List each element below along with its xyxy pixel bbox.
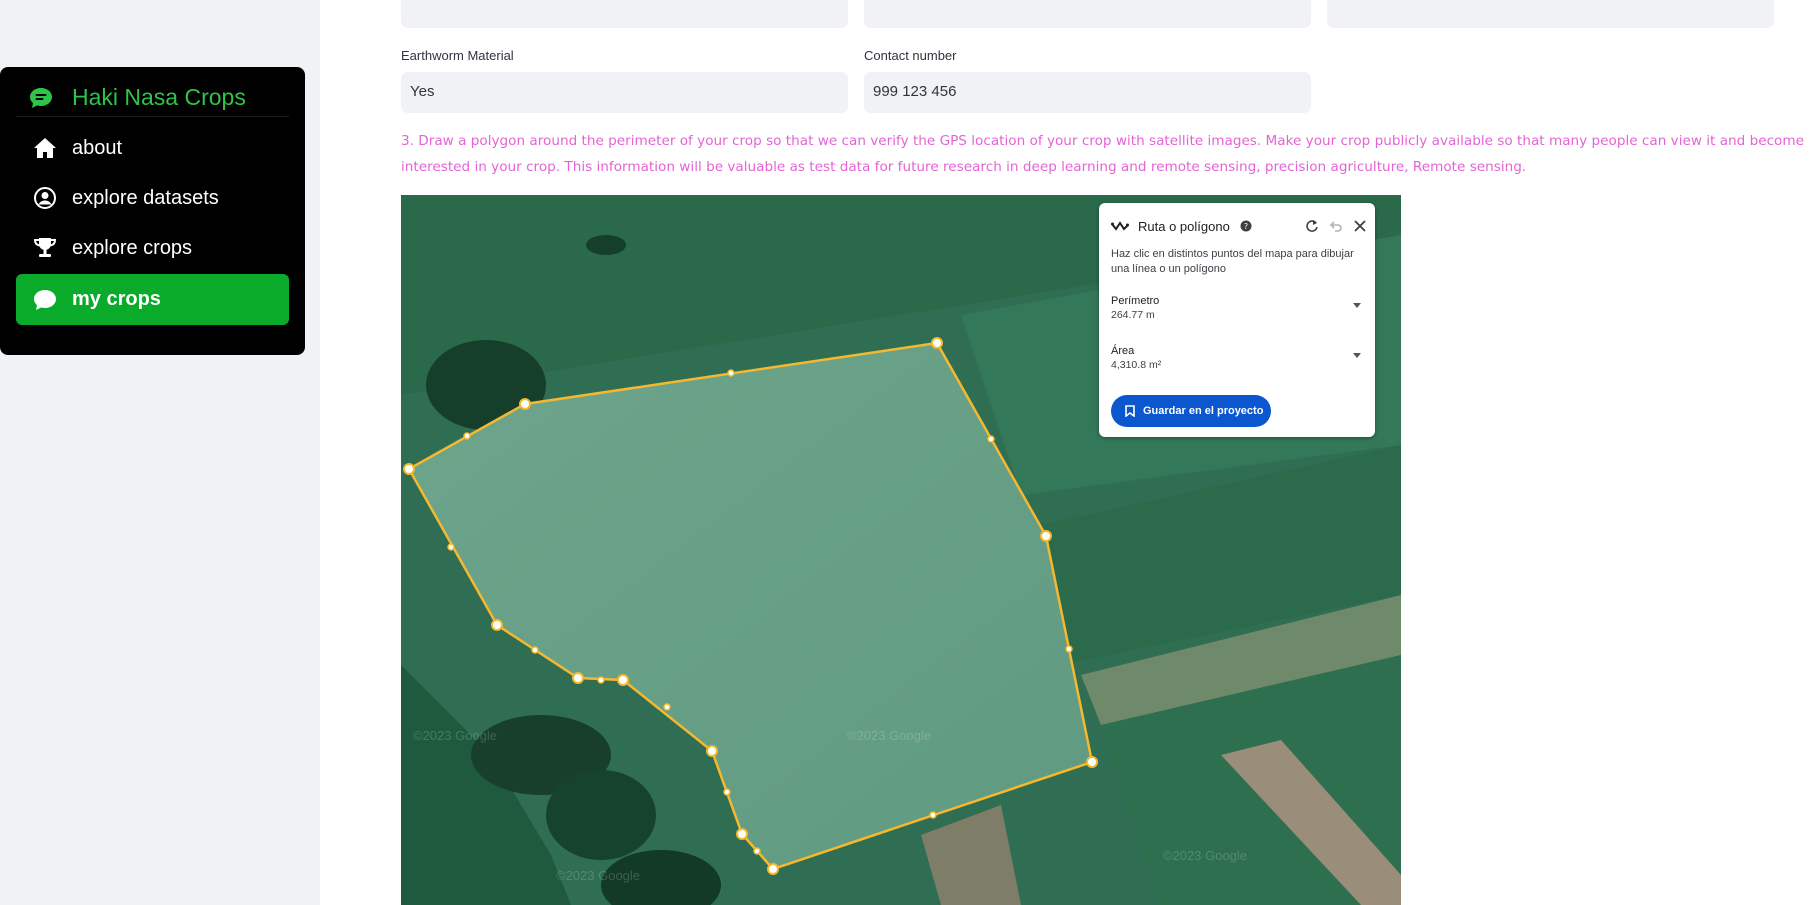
nav-item-label: my crops [72,288,161,310]
chat-dots-icon [28,85,54,111]
help-icon[interactable]: ? [1240,220,1252,232]
trophy-icon [32,235,58,261]
input-top-1[interactable] [401,0,848,28]
user-circle-icon [32,185,58,211]
polyline-icon [1111,220,1129,232]
save-button-label: Guardar en el proyecto [1143,405,1264,417]
panel-description: Haz clic en distintos puntos del mapa pa… [1111,248,1354,275]
map-watermark: ©2023 Google [413,728,498,743]
perimeter-label: Perímetro [1111,295,1160,307]
area-value: 4,310.8 m² [1111,359,1162,371]
chevron-down-icon[interactable] [1353,303,1361,308]
panel-title: Ruta o polígono [1138,218,1230,234]
map-watermark: ©2023 Google [1163,848,1248,863]
area-metric[interactable]: Área 4,310.8 m² [1111,345,1361,371]
brand-title[interactable]: Haki Nasa Crops [72,84,246,111]
sidebar: Haki Nasa Crops about explore datasets e… [0,0,320,905]
input-top-3[interactable] [1327,0,1774,28]
nav-brand: Haki Nasa Crops [16,79,289,117]
area-label: Área [1111,345,1135,357]
nav-item-label: about [72,136,123,159]
redo-icon[interactable] [1305,219,1319,233]
svg-text:?: ? [1244,222,1248,231]
perimeter-metric[interactable]: Perímetro 264.77 m [1111,295,1361,321]
panel-header: Ruta o polígono ? [1111,215,1367,237]
polygon-instruction: 3. Draw a polygon around the perimeter o… [401,133,1804,175]
map-watermark: ©2023 Google [556,868,641,883]
nav-item-about[interactable]: about [16,123,289,173]
nav-item-explore-datasets[interactable]: explore datasets [16,173,289,223]
panel-tools [1305,219,1367,233]
earthworm-input[interactable]: Yes [401,72,848,113]
earthworm-label: Earthworm Material [401,48,514,63]
nav-item-explore-crops[interactable]: explore crops [16,223,289,273]
app-root: Haki Nasa Crops about explore datasets e… [0,0,1818,905]
contact-input[interactable]: 999 123 456 [864,72,1311,113]
perimeter-value: 264.77 m [1111,309,1155,321]
nav-item-label: explore datasets [72,186,219,209]
save-to-project-button[interactable]: Guardar en el proyecto [1111,395,1271,427]
satellite-map[interactable]: ©2023 Google ©2023 Google ©2023 Google ©… [401,195,1401,905]
nav-menu: Haki Nasa Crops about explore datasets e… [0,67,305,355]
contact-label: Contact number [864,48,957,63]
nav-item-my-crops[interactable]: my crops [16,274,289,325]
route-polygon-panel: Ruta o polígono ? Haz clic en distintos … [1099,203,1375,437]
bookmark-icon [1125,405,1135,417]
close-icon[interactable] [1353,219,1367,233]
undo-icon[interactable] [1329,219,1343,233]
nav-item-label: explore crops [72,236,193,259]
chat-bubble-icon [32,287,58,313]
map-watermark: ©2023 Google [847,728,932,743]
main-content: Earthworm Material Yes Contact number 99… [320,0,1818,905]
house-icon [32,135,58,161]
input-top-2[interactable] [864,0,1311,28]
chevron-down-icon[interactable] [1353,353,1361,358]
